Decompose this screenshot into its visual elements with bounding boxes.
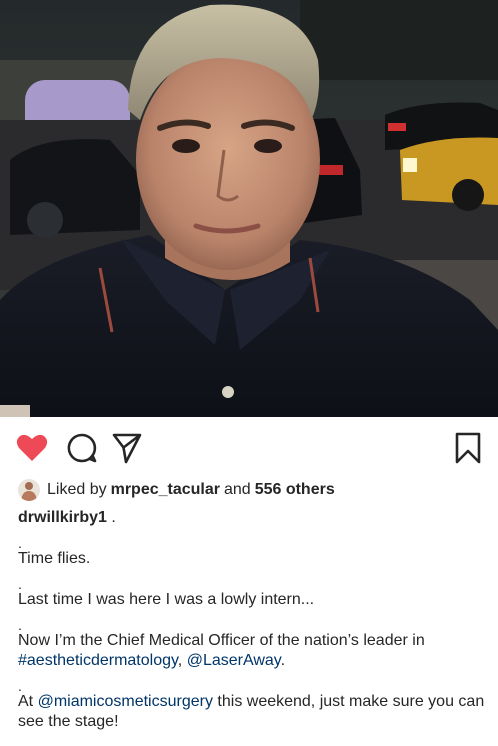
caption-dot-4: .: [18, 678, 22, 694]
caption-line-3: Now I’m the Chief Medical Officer of the…: [18, 631, 488, 671]
laseraway-mention-link[interactable]: @LaserAway: [187, 652, 281, 669]
caption-after-username: .: [106, 509, 116, 526]
comment-bubble-icon[interactable]: [65, 431, 99, 465]
action-bar: [0, 417, 498, 477]
caption-line-4-prefix: At: [18, 693, 34, 710]
caption-line-2: Last time I was here I was a lowly inter…: [18, 591, 315, 608]
caption-line-1: Time flies.: [18, 550, 91, 567]
hashtag-link[interactable]: #aestheticdermatology: [18, 652, 178, 669]
caption-header: drwillkirby1 .: [18, 508, 488, 528]
likes-and: and: [223, 481, 251, 498]
liked-by-prefix: Liked by: [47, 481, 107, 498]
paper-plane-icon[interactable]: [110, 431, 144, 465]
miamicosmeticsurgery-mention-link[interactable]: @miamicosmeticsurgery: [38, 693, 213, 710]
caption-dot-1: .: [18, 535, 22, 551]
post-caption: drwillkirby1 . . Time flies. . Last time…: [18, 508, 488, 732]
bookmark-icon[interactable]: [451, 431, 485, 465]
caption-dot-2: .: [18, 576, 22, 592]
likes-summary: Liked by mrpec_tacular and 556 others: [18, 478, 339, 502]
caption-line-3-text: Now I’m the Chief Medical Officer of the…: [18, 632, 425, 649]
caption-dot-3: .: [18, 617, 22, 633]
caption-line-3-end: .: [280, 652, 286, 669]
likes-others-link[interactable]: 556 others: [255, 481, 335, 498]
caption-comma: ,: [177, 652, 183, 669]
liker-username-link[interactable]: mrpec_tacular: [111, 481, 220, 498]
post-photo[interactable]: [0, 0, 498, 417]
heart-filled-icon[interactable]: [15, 431, 49, 465]
selfie-image: [0, 0, 498, 417]
caption-line-4: At @miamicosmeticsurgery this weekend, j…: [18, 692, 488, 732]
liker-avatar[interactable]: [18, 479, 40, 501]
caption-username-link[interactable]: drwillkirby1: [18, 509, 107, 526]
